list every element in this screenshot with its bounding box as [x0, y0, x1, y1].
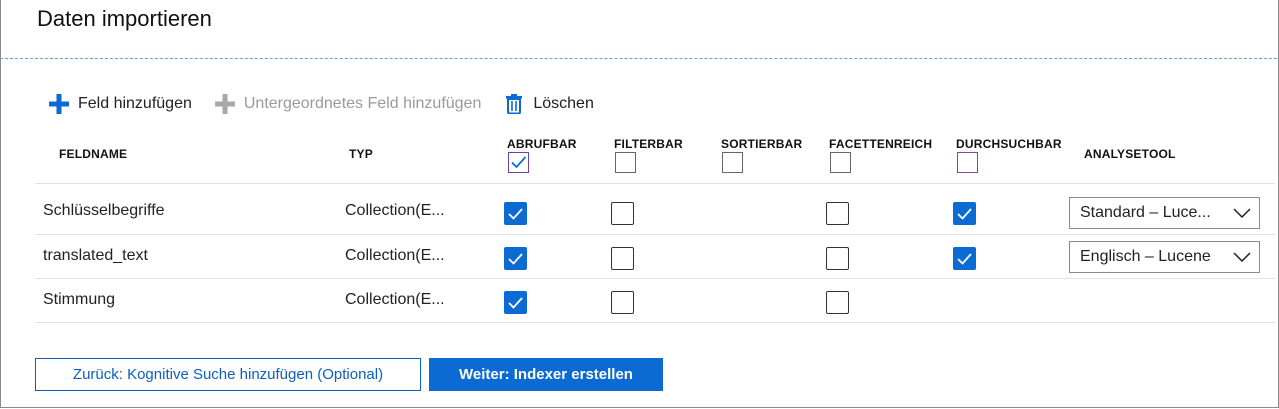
header-checkbox-facetable[interactable]	[830, 152, 851, 173]
row-checkbox-filterable[interactable]	[611, 291, 634, 314]
checkmark-icon	[511, 156, 527, 169]
col-header-analyzer: ANALYSETOOL	[1084, 147, 1176, 161]
row-checkbox-searchable[interactable]	[953, 247, 976, 270]
row-fieldname: Schlüsselbegriffe	[43, 202, 165, 219]
row-type: Collection(E...	[345, 291, 445, 308]
header-checkbox-filterable[interactable]	[615, 152, 636, 173]
analyzer-value: Englisch – Lucene	[1080, 248, 1211, 265]
next-button[interactable]: Weiter: Indexer erstellen	[429, 358, 663, 391]
col-header-sortable: SORTIERBAR	[721, 137, 803, 151]
row-divider	[35, 234, 1275, 235]
checkmark-icon	[508, 253, 523, 265]
delete-label: Löschen	[533, 95, 594, 112]
checkmark-icon	[957, 208, 972, 220]
checkmark-icon	[957, 253, 972, 265]
row-fieldname: translated_text	[43, 247, 148, 264]
row-checkbox-retrievable[interactable]	[504, 202, 527, 225]
checkmark-icon	[508, 297, 523, 309]
plus-icon	[214, 93, 236, 115]
row-divider	[35, 322, 1275, 323]
header-checkbox-searchable[interactable]	[957, 152, 978, 173]
add-field-label: Feld hinzufügen	[78, 95, 192, 112]
col-header-retrievable: ABRUFBAR	[507, 137, 577, 151]
trash-icon	[503, 93, 525, 115]
analyzer-dropdown[interactable]: Standard – Luce...	[1069, 197, 1260, 229]
row-checkbox-facetable[interactable]	[826, 247, 849, 270]
row-type: Collection(E...	[345, 202, 445, 219]
header-checkbox-sortable[interactable]	[722, 152, 743, 173]
row-checkbox-searchable[interactable]	[953, 202, 976, 225]
toolbar: Feld hinzufügen Untergeordnetes Feld hin…	[48, 90, 616, 118]
title-divider	[0, 58, 1277, 59]
row-checkbox-filterable[interactable]	[611, 247, 634, 270]
analyzer-value: Standard – Luce...	[1080, 204, 1211, 221]
col-header-fieldname: FELDNAME	[59, 147, 128, 161]
col-header-type: TYP	[349, 147, 373, 161]
header-checkbox-retrievable[interactable]	[508, 152, 529, 173]
row-checkbox-filterable[interactable]	[611, 202, 634, 225]
add-subfield-label: Untergeordnetes Feld hinzufügen	[243, 95, 482, 112]
row-checkbox-facetable[interactable]	[826, 291, 849, 314]
row-fieldname: Stimmung	[43, 291, 116, 308]
row-checkbox-retrievable[interactable]	[504, 291, 527, 314]
row-checkbox-facetable[interactable]	[826, 202, 849, 225]
plus-icon	[48, 93, 70, 115]
add-field-button[interactable]: Feld hinzufügen	[48, 93, 192, 115]
row-divider	[35, 183, 1275, 184]
delete-button[interactable]: Löschen	[503, 93, 594, 115]
col-header-searchable: DURCHSUCHBAR	[956, 137, 1062, 151]
page-title: Daten importieren	[37, 6, 212, 31]
analyzer-dropdown[interactable]: Englisch – Lucene	[1069, 241, 1260, 273]
row-divider	[35, 278, 1275, 279]
add-subfield-button[interactable]: Untergeordnetes Feld hinzufügen	[214, 93, 482, 115]
checkmark-icon	[508, 208, 523, 220]
row-type: Collection(E...	[345, 247, 445, 264]
row-checkbox-retrievable[interactable]	[504, 247, 527, 270]
col-header-filterable: FILTERBAR	[614, 137, 683, 151]
back-button[interactable]: Zurück: Kognitive Suche hinzufügen (Opti…	[35, 358, 421, 391]
col-header-facetable: FACETTENREICH	[829, 137, 933, 151]
chevron-down-icon	[1225, 208, 1259, 218]
chevron-down-icon	[1225, 252, 1259, 262]
